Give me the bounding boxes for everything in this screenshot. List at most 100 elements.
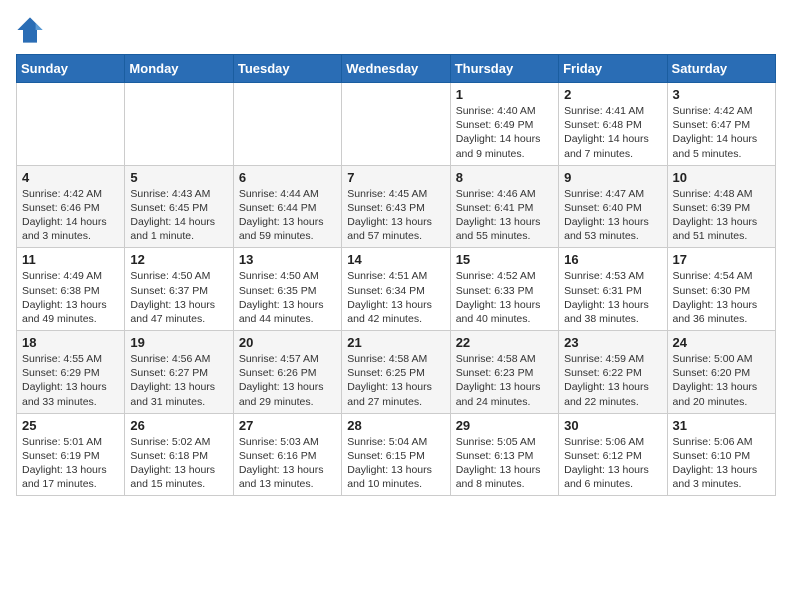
calendar-table: SundayMondayTuesdayWednesdayThursdayFrid… [16, 54, 776, 496]
calendar-cell [125, 83, 233, 166]
logo [16, 16, 48, 44]
calendar-cell: 15 Sunrise: 4:52 AM Sunset: 6:33 PM Dayli… [450, 248, 558, 331]
day-number: 4 [22, 170, 119, 185]
day-number: 31 [673, 418, 770, 433]
day-info: Sunrise: 4:48 AM Sunset: 6:39 PM Dayligh… [673, 187, 770, 244]
day-number: 24 [673, 335, 770, 350]
calendar-body: 1Sunrise: 4:40 AM Sunset: 6:49 PM Daylig… [17, 83, 776, 496]
day-info: Sunrise: 5:00 AM Sunset: 6:20 PM Dayligh… [673, 352, 770, 409]
day-info: Sunrise: 4:44 AM Sunset: 6:44 PM Dayligh… [239, 187, 336, 244]
calendar-week-4: 18 Sunrise: 4:55 AM Sunset: 6:29 PM Dayli… [17, 331, 776, 414]
calendar-cell: 10 Sunrise: 4:48 AM Sunset: 6:39 PM Dayli… [667, 165, 775, 248]
calendar-cell: 24 Sunrise: 5:00 AM Sunset: 6:20 PM Dayli… [667, 331, 775, 414]
day-number: 23 [564, 335, 661, 350]
header-cell-tuesday: Tuesday [233, 55, 341, 83]
calendar-cell [233, 83, 341, 166]
calendar-cell: 9 Sunrise: 4:47 AM Sunset: 6:40 PM Daylig… [559, 165, 667, 248]
day-info: Sunrise: 4:59 AM Sunset: 6:22 PM Dayligh… [564, 352, 661, 409]
page-header [16, 16, 776, 44]
day-number: 11 [22, 252, 119, 267]
calendar-cell: 20Sunrise: 4:57 AM Sunset: 6:26 PM Dayli… [233, 331, 341, 414]
day-info: Sunrise: 4:51 AM Sunset: 6:34 PM Dayligh… [347, 269, 444, 326]
day-info: Sunrise: 4:45 AM Sunset: 6:43 PM Dayligh… [347, 187, 444, 244]
day-info: Sunrise: 5:01 AM Sunset: 6:19 PM Dayligh… [22, 435, 119, 492]
day-info: Sunrise: 5:04 AM Sunset: 6:15 PM Dayligh… [347, 435, 444, 492]
day-number: 3 [673, 87, 770, 102]
day-number: 9 [564, 170, 661, 185]
calendar-cell: 1Sunrise: 4:40 AM Sunset: 6:49 PM Daylig… [450, 83, 558, 166]
calendar-week-2: 4 Sunrise: 4:42 AM Sunset: 6:46 PM Daylig… [17, 165, 776, 248]
day-info: Sunrise: 4:47 AM Sunset: 6:40 PM Dayligh… [564, 187, 661, 244]
header-cell-saturday: Saturday [667, 55, 775, 83]
day-info: Sunrise: 4:43 AM Sunset: 6:45 PM Dayligh… [130, 187, 227, 244]
calendar-week-3: 11 Sunrise: 4:49 AM Sunset: 6:38 PM Dayli… [17, 248, 776, 331]
header-cell-monday: Monday [125, 55, 233, 83]
day-number: 21 [347, 335, 444, 350]
header-cell-friday: Friday [559, 55, 667, 83]
day-number: 16 [564, 252, 661, 267]
calendar-cell: 17Sunrise: 4:54 AM Sunset: 6:30 PM Dayli… [667, 248, 775, 331]
day-info: Sunrise: 4:42 AM Sunset: 6:47 PM Dayligh… [673, 104, 770, 161]
day-info: Sunrise: 5:06 AM Sunset: 6:10 PM Dayligh… [673, 435, 770, 492]
day-number: 2 [564, 87, 661, 102]
calendar-cell: 6Sunrise: 4:44 AM Sunset: 6:44 PM Daylig… [233, 165, 341, 248]
calendar-cell: 28 Sunrise: 5:04 AM Sunset: 6:15 PM Dayli… [342, 413, 450, 496]
day-info: Sunrise: 5:06 AM Sunset: 6:12 PM Dayligh… [564, 435, 661, 492]
calendar-cell: 16Sunrise: 4:53 AM Sunset: 6:31 PM Dayli… [559, 248, 667, 331]
day-number: 22 [456, 335, 553, 350]
calendar-cell [17, 83, 125, 166]
calendar-cell: 26Sunrise: 5:02 AM Sunset: 6:18 PM Dayli… [125, 413, 233, 496]
day-info: Sunrise: 4:41 AM Sunset: 6:48 PM Dayligh… [564, 104, 661, 161]
day-number: 27 [239, 418, 336, 433]
day-info: Sunrise: 4:49 AM Sunset: 6:38 PM Dayligh… [22, 269, 119, 326]
day-number: 18 [22, 335, 119, 350]
calendar-cell: 8Sunrise: 4:46 AM Sunset: 6:41 PM Daylig… [450, 165, 558, 248]
calendar-cell: 19 Sunrise: 4:56 AM Sunset: 6:27 PM Dayli… [125, 331, 233, 414]
day-number: 1 [456, 87, 553, 102]
calendar-cell: 11 Sunrise: 4:49 AM Sunset: 6:38 PM Dayli… [17, 248, 125, 331]
day-info: Sunrise: 4:50 AM Sunset: 6:35 PM Dayligh… [239, 269, 336, 326]
header-cell-wednesday: Wednesday [342, 55, 450, 83]
day-info: Sunrise: 5:03 AM Sunset: 6:16 PM Dayligh… [239, 435, 336, 492]
day-info: Sunrise: 4:58 AM Sunset: 6:25 PM Dayligh… [347, 352, 444, 409]
day-info: Sunrise: 4:57 AM Sunset: 6:26 PM Dayligh… [239, 352, 336, 409]
day-number: 15 [456, 252, 553, 267]
day-number: 14 [347, 252, 444, 267]
day-number: 5 [130, 170, 227, 185]
calendar-cell: 31 Sunrise: 5:06 AM Sunset: 6:10 PM Dayli… [667, 413, 775, 496]
calendar-cell: 4 Sunrise: 4:42 AM Sunset: 6:46 PM Daylig… [17, 165, 125, 248]
day-number: 13 [239, 252, 336, 267]
calendar-cell: 2 Sunrise: 4:41 AM Sunset: 6:48 PM Daylig… [559, 83, 667, 166]
calendar-cell: 7 Sunrise: 4:45 AM Sunset: 6:43 PM Daylig… [342, 165, 450, 248]
day-info: Sunrise: 4:58 AM Sunset: 6:23 PM Dayligh… [456, 352, 553, 409]
day-info: Sunrise: 4:55 AM Sunset: 6:29 PM Dayligh… [22, 352, 119, 409]
day-number: 25 [22, 418, 119, 433]
day-number: 8 [456, 170, 553, 185]
day-number: 7 [347, 170, 444, 185]
day-number: 29 [456, 418, 553, 433]
day-info: Sunrise: 4:50 AM Sunset: 6:37 PM Dayligh… [130, 269, 227, 326]
calendar-cell: 13 Sunrise: 4:50 AM Sunset: 6:35 PM Dayli… [233, 248, 341, 331]
day-number: 10 [673, 170, 770, 185]
day-info: Sunrise: 4:56 AM Sunset: 6:27 PM Dayligh… [130, 352, 227, 409]
calendar-week-1: 1Sunrise: 4:40 AM Sunset: 6:49 PM Daylig… [17, 83, 776, 166]
header-cell-sunday: Sunday [17, 55, 125, 83]
calendar-cell: 21 Sunrise: 4:58 AM Sunset: 6:25 PM Dayli… [342, 331, 450, 414]
day-info: Sunrise: 4:52 AM Sunset: 6:33 PM Dayligh… [456, 269, 553, 326]
calendar-cell: 12 Sunrise: 4:50 AM Sunset: 6:37 PM Dayli… [125, 248, 233, 331]
calendar-cell: 23 Sunrise: 4:59 AM Sunset: 6:22 PM Dayli… [559, 331, 667, 414]
header-row: SundayMondayTuesdayWednesdayThursdayFrid… [17, 55, 776, 83]
calendar-cell: 18 Sunrise: 4:55 AM Sunset: 6:29 PM Dayli… [17, 331, 125, 414]
day-info: Sunrise: 4:42 AM Sunset: 6:46 PM Dayligh… [22, 187, 119, 244]
calendar-cell: 30 Sunrise: 5:06 AM Sunset: 6:12 PM Dayli… [559, 413, 667, 496]
day-number: 17 [673, 252, 770, 267]
day-number: 19 [130, 335, 227, 350]
day-number: 12 [130, 252, 227, 267]
calendar-cell: 14 Sunrise: 4:51 AM Sunset: 6:34 PM Dayli… [342, 248, 450, 331]
calendar-cell: 25 Sunrise: 5:01 AM Sunset: 6:19 PM Dayli… [17, 413, 125, 496]
calendar-cell: 5 Sunrise: 4:43 AM Sunset: 6:45 PM Daylig… [125, 165, 233, 248]
day-number: 30 [564, 418, 661, 433]
day-number: 28 [347, 418, 444, 433]
calendar-cell: 3 Sunrise: 4:42 AM Sunset: 6:47 PM Daylig… [667, 83, 775, 166]
calendar-week-5: 25 Sunrise: 5:01 AM Sunset: 6:19 PM Dayli… [17, 413, 776, 496]
